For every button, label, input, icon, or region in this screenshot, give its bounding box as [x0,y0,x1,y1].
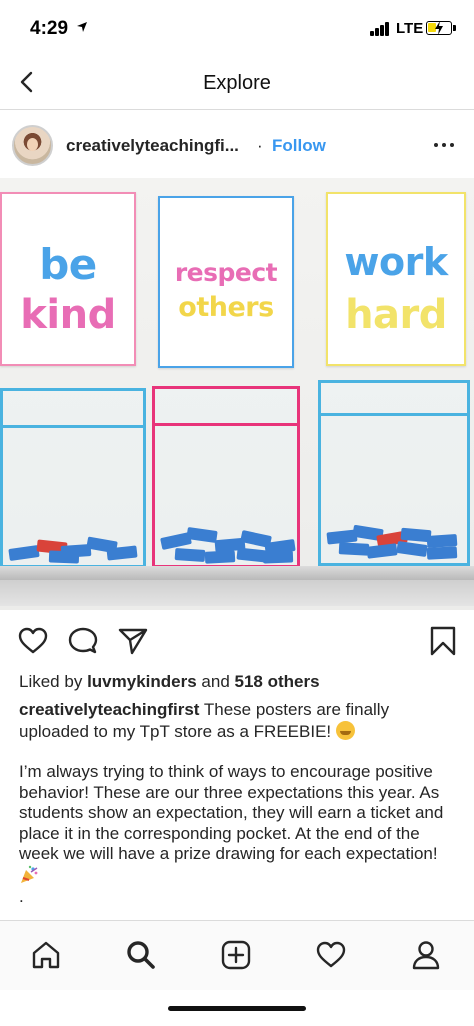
post-username[interactable]: creativelyteachingfi... [66,136,239,156]
follow-button[interactable]: Follow [272,136,326,156]
bottom-tab-bar [0,920,474,990]
ticket-pocket [152,386,300,568]
status-bar: 4:29 LTE [0,0,474,56]
separator-dot: · [257,136,263,155]
poster-line: work [344,240,448,284]
poster-line: kind [20,292,116,338]
network-label: LTE [396,20,424,37]
home-indicator[interactable] [168,1006,306,1011]
page-title: Explore [203,72,271,94]
poster-work-hard: work hard [326,192,466,366]
party-popper-icon [21,865,38,883]
search-icon[interactable] [125,939,157,971]
caption-trailing: . [19,887,24,906]
post-header: creativelyteachingfi... · Follow [0,112,474,178]
poster-respect-others: respect others [158,196,294,368]
signal-icon [370,22,392,36]
ticket-pocket [0,388,146,568]
more-horizontal-icon[interactable] [434,140,458,150]
post-actions [0,610,474,670]
comment-icon[interactable] [68,626,98,656]
hugging-face-icon [335,720,355,740]
likes-connector: and [201,672,230,691]
liker-username[interactable]: luvmykinders [87,672,197,691]
send-icon[interactable] [118,626,148,656]
battery-icon [426,21,456,35]
post-photo[interactable]: be kind respect others work hard [0,178,474,610]
caption-username[interactable]: creativelyteachingfirst [19,700,199,719]
poster-line: respect [174,258,278,287]
home-icon[interactable] [30,939,62,971]
status-time: 4:29 [30,18,69,39]
add-post-icon[interactable] [220,939,252,971]
post-caption: creativelyteachingfirst These posters ar… [19,700,459,908]
nav-bar: Explore [0,56,474,110]
location-arrow-icon [77,22,87,32]
caption-paragraph: I’m always trying to think of ways to en… [19,762,444,863]
activity-heart-icon[interactable] [315,939,347,971]
avatar[interactable] [12,125,53,166]
bookmark-icon[interactable] [428,626,458,656]
likes-line[interactable]: Liked by luvmykinders and 518 others [19,672,320,692]
heart-icon[interactable] [18,626,48,656]
poster-be-kind: be kind [0,192,136,366]
ticket-pocket [318,380,470,566]
poster-line: others [178,292,274,323]
likes-count[interactable]: 518 others [235,672,320,691]
profile-icon[interactable] [410,939,442,971]
poster-line: be [39,240,97,289]
poster-line: hard [345,292,447,338]
likes-prefix: Liked by [19,672,83,691]
